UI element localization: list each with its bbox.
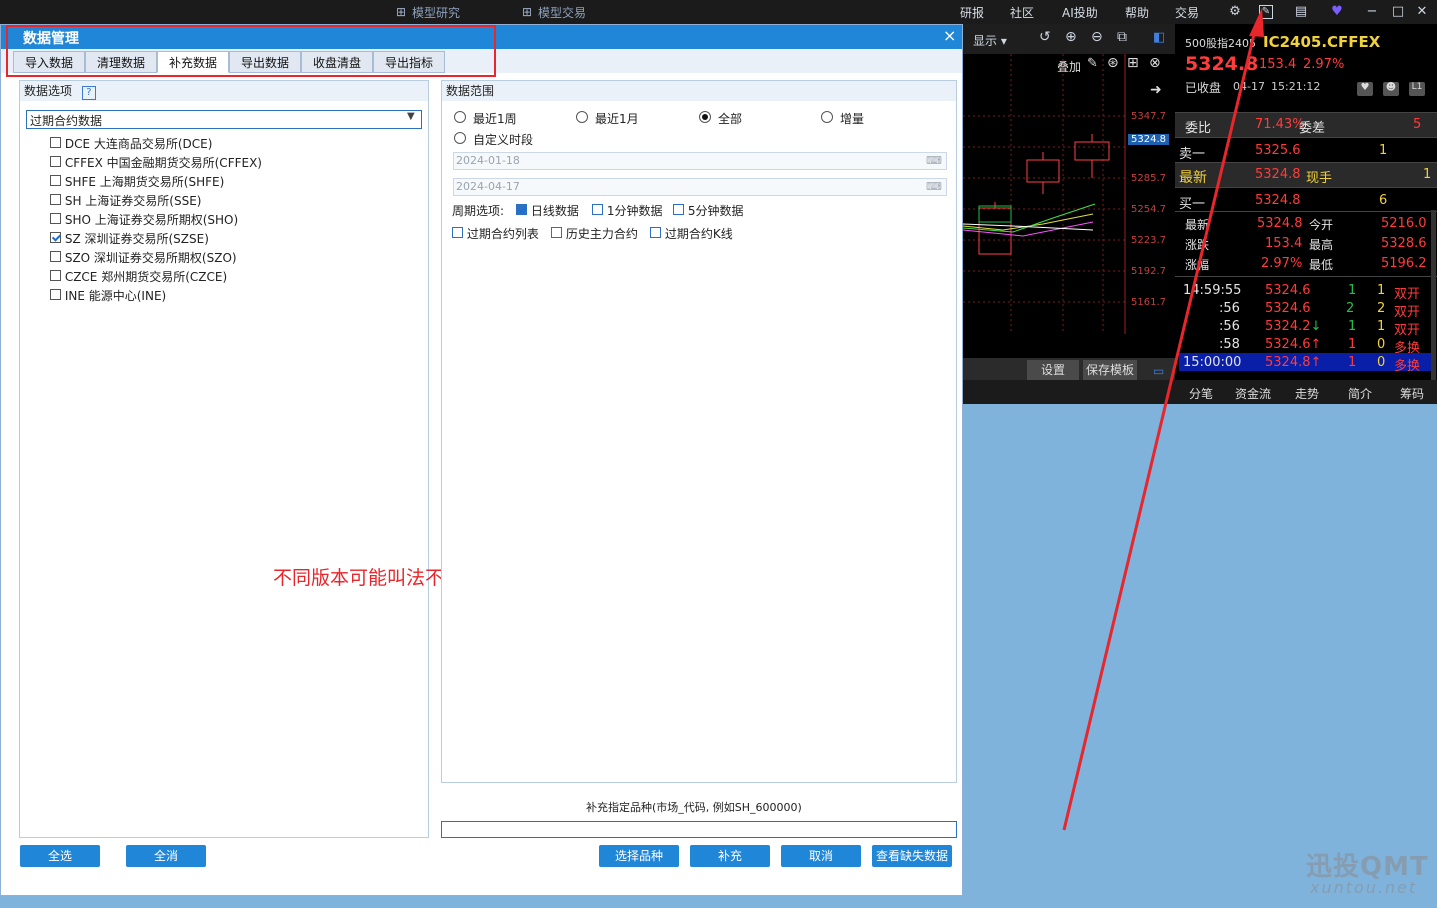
watermark-url: xuntou.net [1310,878,1418,897]
annotation-arrow [1062,8,1264,831]
